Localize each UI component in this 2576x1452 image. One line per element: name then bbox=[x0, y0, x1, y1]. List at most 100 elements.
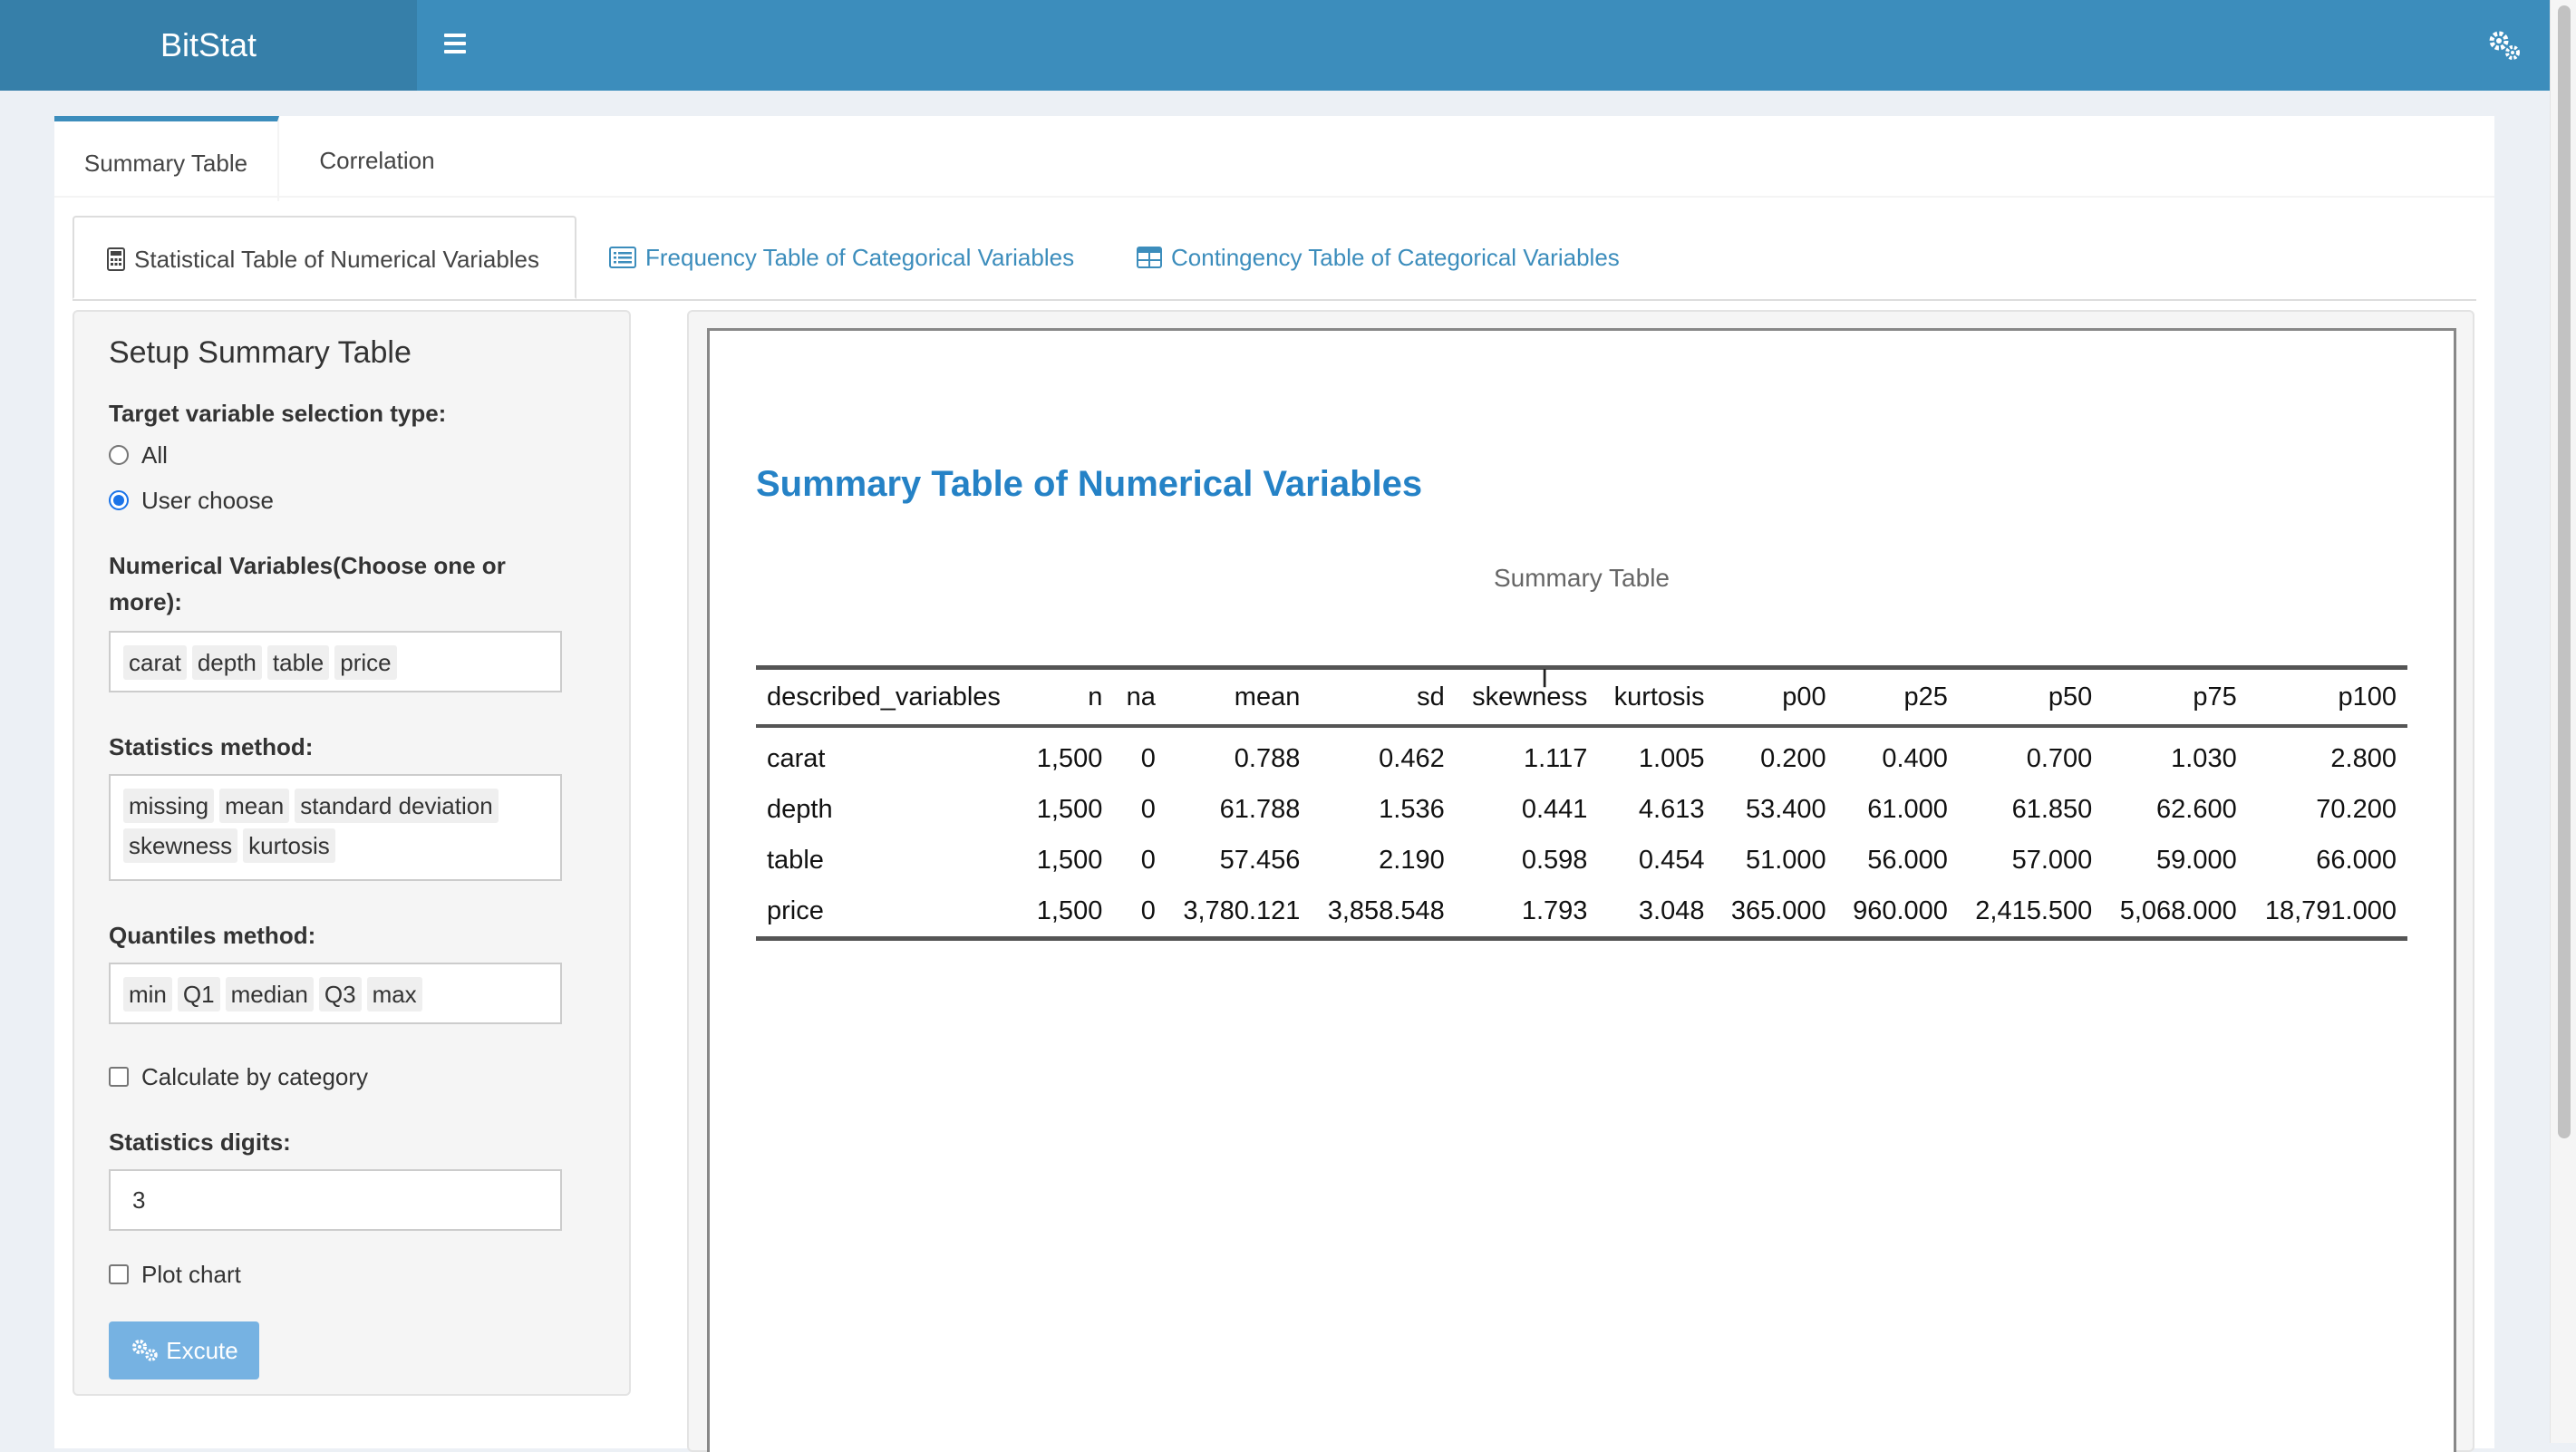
quantiles-method-select[interactable]: min Q1 median Q3 max bbox=[109, 963, 562, 1024]
table-cell: 51.000 bbox=[1745, 845, 1826, 875]
column-header: described_variables bbox=[756, 665, 1022, 728]
summary-table: described_variables n na mean sd skewnes… bbox=[756, 665, 2407, 941]
selected-chip[interactable]: kurtosis bbox=[243, 828, 335, 863]
selected-chip[interactable]: Q3 bbox=[318, 977, 362, 1012]
radio-label: All bbox=[141, 441, 168, 469]
selected-chip[interactable]: Q1 bbox=[177, 977, 220, 1012]
table-cell: 61.850 bbox=[2011, 794, 2093, 824]
numerical-variables-select[interactable]: carat depth table price bbox=[109, 631, 562, 692]
table-cell: 57.000 bbox=[2011, 845, 2093, 875]
column-header: p100 bbox=[2247, 665, 2407, 728]
table-cell: 0.200 bbox=[1760, 743, 1826, 773]
selected-chip[interactable]: max bbox=[366, 977, 422, 1012]
checkbox[interactable] bbox=[109, 1067, 129, 1088]
table-cell: table bbox=[767, 845, 824, 875]
table-cell: carat bbox=[767, 743, 826, 773]
selected-chip[interactable]: min bbox=[123, 977, 172, 1012]
selected-chip[interactable]: median bbox=[225, 977, 314, 1012]
table-header-row: described_variables n na mean sd skewnes… bbox=[756, 665, 2407, 728]
numerical-variables-label: Numerical Variables(Choose one or more): bbox=[109, 547, 506, 620]
table-row: price 1,500 0 3,780.121 3,858.548 1.793 3.048 3… bbox=[756, 886, 2407, 941]
table-cell: 62.600 bbox=[2156, 794, 2237, 824]
table-caption: Summary Table bbox=[1493, 564, 1670, 592]
table-cell: price bbox=[756, 886, 1022, 941]
column-header: skewness bbox=[1455, 665, 1599, 728]
radio-button[interactable] bbox=[109, 490, 129, 511]
plot-chart-checkbox[interactable]: Plot chart bbox=[109, 1260, 241, 1289]
checkbox[interactable] bbox=[109, 1264, 129, 1285]
selected-chip[interactable]: standard deviation bbox=[295, 789, 499, 823]
table-cell: 365.000 bbox=[1715, 886, 1837, 941]
column-header: p00 bbox=[1715, 665, 1837, 728]
selected-chip[interactable]: missing bbox=[123, 789, 215, 823]
gears-icon bbox=[132, 1340, 158, 1361]
outer-tab-bar: Summary Table Correlation bbox=[54, 116, 2494, 201]
selected-chip[interactable]: skewness bbox=[123, 828, 238, 863]
selected-chip[interactable]: table bbox=[266, 645, 330, 680]
table-cell: 1.030 bbox=[2171, 743, 2237, 773]
selected-chip[interactable]: carat bbox=[123, 645, 187, 680]
hamburger-icon[interactable] bbox=[437, 31, 473, 60]
page-scrollbar[interactable] bbox=[2550, 0, 2576, 1443]
quantiles-method-label: Quantiles method: bbox=[109, 922, 316, 949]
table-icon bbox=[1137, 247, 1162, 269]
table-cell: 0.700 bbox=[2026, 743, 2093, 773]
label-line: more): bbox=[109, 588, 182, 615]
tab-contingency-table[interactable]: Contingency Table of Categorical Variabl… bbox=[1137, 216, 1620, 299]
list-icon bbox=[609, 247, 636, 269]
calculate-by-category-checkbox[interactable]: Calculate by category bbox=[109, 1062, 368, 1091]
table-cell: 2.800 bbox=[2330, 743, 2397, 773]
table-cell: 66.000 bbox=[2316, 845, 2397, 875]
table-cell: 0 bbox=[1140, 845, 1156, 875]
radio-button[interactable] bbox=[109, 445, 129, 466]
table-cell: 1,500 bbox=[1022, 886, 1114, 941]
checkbox-label: Plot chart bbox=[141, 1261, 241, 1288]
table-cell: 0.788 bbox=[1234, 743, 1301, 773]
table-row: table 1,500 0 57.456 2.190 0.598 0.454 51.000 56… bbox=[756, 835, 2407, 886]
table-cell: 960.000 bbox=[1836, 886, 1959, 941]
table-row: carat 1,500 0 0.788 0.462 1.117 1.005 0.200 0.40… bbox=[756, 726, 2407, 784]
app-logo[interactable]: BitStat bbox=[0, 0, 417, 91]
table-cell: 1,500 bbox=[1036, 845, 1103, 875]
gears-icon[interactable] bbox=[2485, 27, 2523, 63]
tab-summary-table[interactable]: Summary Table bbox=[54, 116, 279, 201]
table-cell: 61.000 bbox=[1867, 794, 1948, 824]
inner-tab-bar: Statistical Table of Numerical Variables… bbox=[73, 216, 2476, 301]
execute-button[interactable]: Excute bbox=[109, 1321, 259, 1379]
table-cell: 5,068.000 bbox=[2103, 886, 2248, 941]
tab-label: Statistical Table of Numerical Variables bbox=[134, 246, 540, 273]
statistics-method-select[interactable]: missing mean standard deviation skewness kur… bbox=[109, 774, 562, 881]
execute-label: Excute bbox=[166, 1337, 238, 1364]
selected-chip[interactable]: depth bbox=[191, 645, 262, 680]
selected-chip[interactable]: price bbox=[334, 645, 397, 680]
table-cell: 2.190 bbox=[1379, 845, 1445, 875]
column-header: p50 bbox=[1958, 665, 2104, 728]
checkbox-label: Calculate by category bbox=[141, 1063, 369, 1090]
radio-all[interactable]: All bbox=[109, 440, 168, 469]
table-row: depth 1,500 0 61.788 1.536 0.441 4.613 53.400 61… bbox=[756, 784, 2407, 835]
statistics-digits-input[interactable]: 3 bbox=[109, 1169, 562, 1231]
table-cell: 1.536 bbox=[1379, 794, 1445, 824]
table-cell: 0.462 bbox=[1379, 743, 1445, 773]
column-header: sd bbox=[1311, 665, 1456, 728]
column-header: na bbox=[1113, 665, 1167, 728]
report-title: Summary Table of Numerical Variables bbox=[756, 464, 1423, 504]
table-cell: 0.454 bbox=[1638, 845, 1705, 875]
table-cell: 59.000 bbox=[2156, 845, 2237, 875]
label-line: Numerical Variables(Choose one or bbox=[109, 552, 506, 579]
table-cell: 61.788 bbox=[1219, 794, 1301, 824]
tab-statistical-table[interactable]: Statistical Table of Numerical Variables bbox=[73, 216, 576, 299]
table-cell: 0.400 bbox=[1882, 743, 1948, 773]
tab-correlation[interactable]: Correlation bbox=[281, 116, 473, 196]
scroll-thumb[interactable] bbox=[2558, 5, 2571, 1138]
panel-title: Setup Summary Table bbox=[109, 335, 412, 370]
column-header: mean bbox=[1166, 665, 1312, 728]
table-cell: 1.117 bbox=[1523, 743, 1588, 773]
selected-chip[interactable]: mean bbox=[219, 789, 290, 823]
column-header: p75 bbox=[2103, 665, 2248, 728]
table-cell: 1,500 bbox=[1036, 743, 1103, 773]
table-cell: 1.793 bbox=[1455, 886, 1599, 941]
statistics-digits-label: Statistics digits: bbox=[109, 1128, 291, 1156]
radio-user-choose[interactable]: User choose bbox=[109, 486, 274, 515]
tab-frequency-table[interactable]: Frequency Table of Categorical Variables bbox=[609, 216, 1074, 299]
